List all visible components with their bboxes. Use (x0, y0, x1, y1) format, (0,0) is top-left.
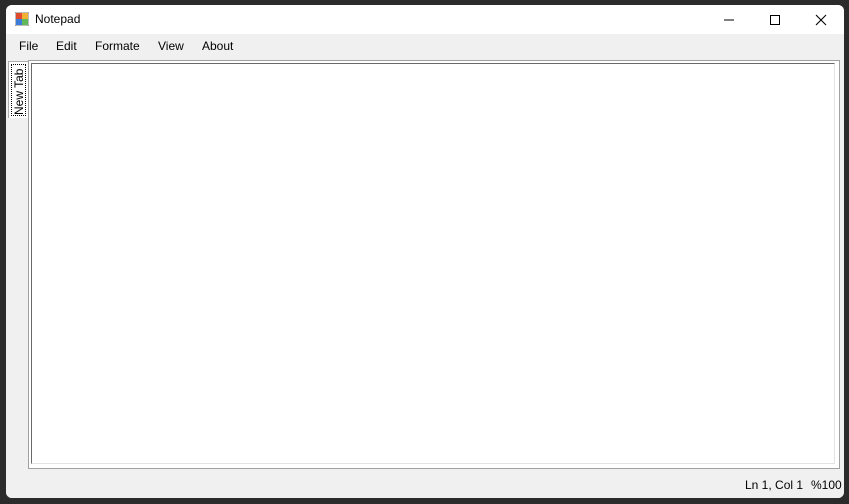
title-bar[interactable]: Notepad (6, 5, 844, 34)
text-editor[interactable] (31, 63, 835, 464)
notepad-window: Notepad File Edit Formate View About New… (6, 5, 844, 498)
menu-file[interactable]: File (19, 39, 38, 53)
notepad-app-icon (15, 12, 29, 26)
cursor-position: Ln 1, Col 1 (745, 478, 804, 492)
menu-view[interactable]: View (158, 39, 184, 53)
window-title: Notepad (35, 12, 81, 26)
zoom-level: %100 (811, 478, 842, 492)
maximize-icon (770, 14, 780, 25)
menu-about[interactable]: About (202, 39, 233, 53)
tab-label: New Tab (12, 68, 26, 115)
tab-new-tab[interactable]: New Tab (8, 61, 29, 118)
close-button[interactable] (798, 5, 844, 34)
tab-page (28, 60, 840, 469)
minimize-icon (724, 19, 734, 20)
status-bar: Ln 1, Col 1 %100 (6, 472, 844, 498)
maximize-button[interactable] (752, 5, 798, 34)
menu-bar: File Edit Formate View About (6, 34, 844, 58)
menu-format[interactable]: Formate (95, 39, 140, 53)
minimize-button[interactable] (706, 5, 752, 34)
menu-edit[interactable]: Edit (56, 39, 77, 53)
close-icon (815, 14, 827, 25)
